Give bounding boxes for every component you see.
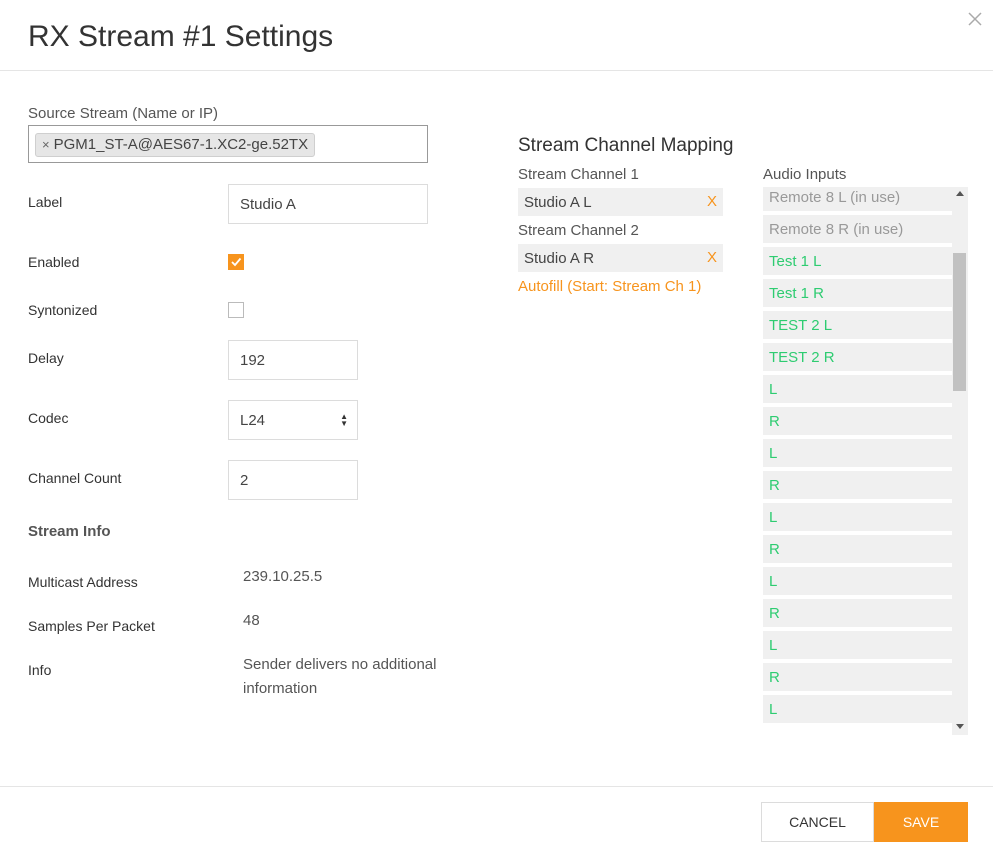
audio-inputs-label: Audio Inputs [763,166,847,183]
samples-per-packet-value: 48 [243,612,260,629]
stream-channel-2-label: Stream Channel 2 [518,222,639,239]
codec-label: Codec [28,410,69,426]
dialog-title: RX Stream #1 Settings [28,20,334,53]
cancel-button[interactable]: CANCEL [761,802,874,842]
audio-input-item[interactable]: R [763,599,952,627]
codec-value: L24 [240,411,266,429]
stream-channel-2-value: Studio A R [524,249,595,267]
audio-input-item[interactable]: L [763,695,952,723]
enabled-checkbox[interactable] [228,254,244,270]
audio-inputs-list[interactable]: Remote 8 L (in use) Remote 8 R (in use) Te… [763,187,968,735]
audio-input-item[interactable]: R [763,407,952,435]
info-label: Info [28,662,52,678]
samples-per-packet-label: Samples Per Packet [28,618,155,634]
audio-input-item[interactable]: TEST 2 L [763,311,952,339]
stream-channel-1-label: Stream Channel 1 [518,166,639,183]
delay-input[interactable]: 192 [228,340,358,380]
label-input[interactable]: Studio A [228,184,428,224]
audio-input-item[interactable]: R [763,535,952,563]
audio-input-item[interactable]: L [763,567,952,595]
codec-select[interactable]: L24 ▲ ▼ [228,400,358,440]
channel-count-label: Channel Count [28,470,122,486]
select-arrows-icon: ▲ ▼ [340,412,348,428]
info-value-line2: information [243,680,318,697]
source-stream-chip-text: PGM1_ST-A@AES67-1.XC2-ge.52TX [53,136,309,153]
multicast-address-label: Multicast Address [28,574,138,590]
scrollbar-thumb[interactable] [953,253,966,391]
audio-inputs-scrollbar[interactable] [952,187,968,735]
audio-input-item[interactable]: L [763,503,952,531]
audio-input-item[interactable]: TEST 2 R [763,343,952,371]
stream-info-heading: Stream Info [28,523,111,540]
info-value-line1: Sender delivers no additional [243,656,437,673]
audio-input-item[interactable]: L [763,375,952,403]
scroll-down-icon[interactable] [956,724,964,729]
channel-count-input[interactable]: 2 [228,460,358,500]
label-field-label: Label [28,194,63,210]
stream-channel-1-slot[interactable]: Studio A L X [518,188,723,216]
stream-channel-1-remove-button[interactable]: X [707,193,717,210]
scroll-up-icon[interactable] [956,191,964,196]
save-button[interactable]: SAVE [874,802,968,842]
audio-input-item[interactable]: Test 1 L [763,247,952,275]
close-icon[interactable] [967,11,985,29]
stream-channel-2-slot[interactable]: Studio A R X [518,244,723,272]
source-stream-chip[interactable]: × PGM1_ST-A@AES67-1.XC2-ge.52TX [35,133,316,157]
autofill-link[interactable]: Autofill (Start: Stream Ch 1) [518,278,701,295]
mapping-title: Stream Channel Mapping [518,135,734,156]
audio-input-item[interactable]: R [763,471,952,499]
footer-divider [0,786,993,787]
audio-input-item[interactable]: Remote 8 L (in use) [763,187,952,211]
audio-input-item[interactable]: L [763,631,952,659]
audio-input-item[interactable]: L [763,439,952,467]
syntonized-label: Syntonized [28,302,98,318]
stream-channel-1-value: Studio A L [524,193,592,211]
syntonized-checkbox[interactable] [228,302,244,318]
source-stream-label: Source Stream (Name or IP) [28,105,219,122]
audio-input-item[interactable]: Test 1 R [763,279,952,307]
delay-label: Delay [28,350,64,366]
source-stream-input[interactable]: × PGM1_ST-A@AES67-1.XC2-ge.52TX [28,125,428,163]
header-divider [0,70,993,71]
multicast-address-value: 239.10.25.5 [243,568,323,585]
audio-input-item[interactable]: Remote 8 R (in use) [763,215,952,243]
checkmark-icon [231,257,242,267]
audio-input-item[interactable]: R [763,663,952,691]
enabled-label: Enabled [28,254,80,270]
chip-remove-icon[interactable]: × [42,134,50,156]
stream-channel-2-remove-button[interactable]: X [707,249,717,266]
